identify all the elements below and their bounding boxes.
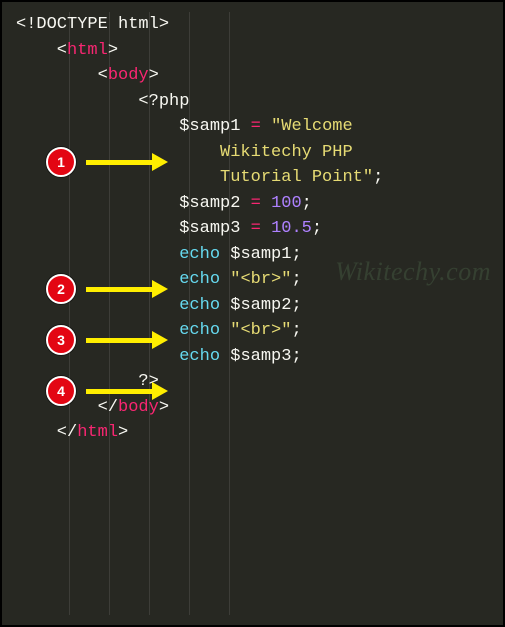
code-block: <!DOCTYPE html> <html> <body> <?php $sam… [16,12,489,446]
code-annotated-figure: <!DOCTYPE html> <html> <body> <?php $sam… [0,0,505,627]
code-text: <!DOCTYPE html> [16,15,169,34]
